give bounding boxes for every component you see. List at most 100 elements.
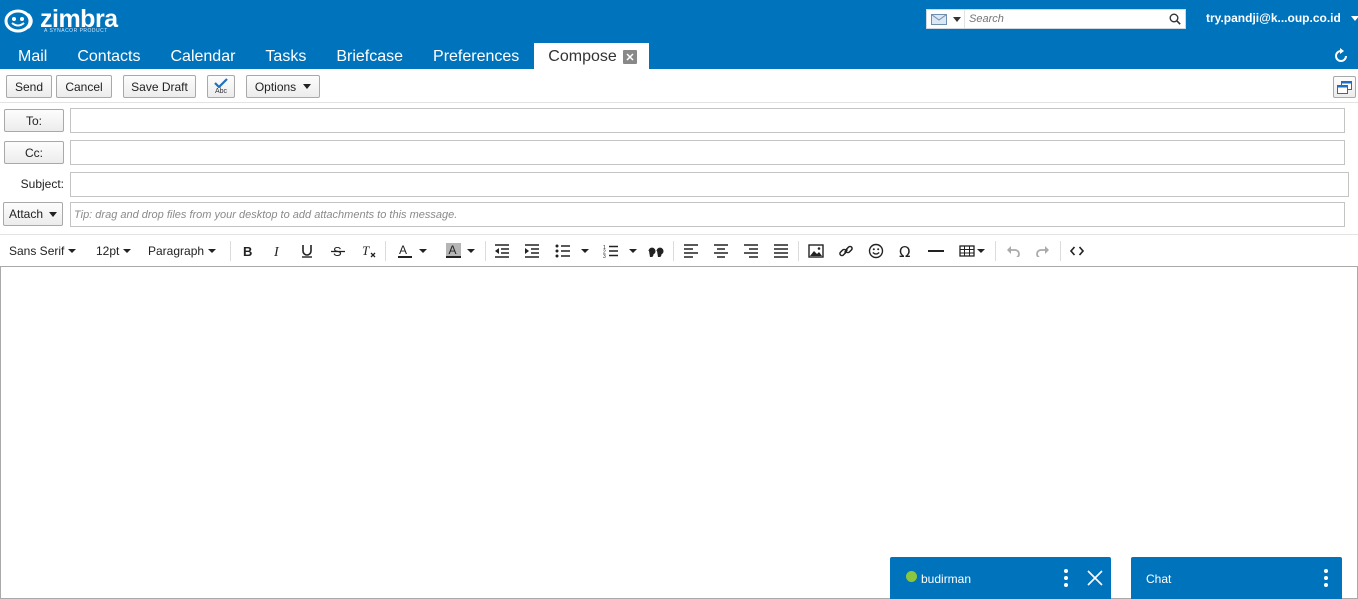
numbered-list-icon: 123 [603, 245, 618, 258]
blockquote-button[interactable] [647, 235, 665, 267]
send-button[interactable]: Send [6, 75, 52, 98]
tab-mail[interactable]: Mail [0, 43, 62, 69]
tab-briefcase[interactable]: Briefcase [321, 43, 418, 69]
clear-formatting-icon: T [362, 244, 376, 258]
compose-toolbar: Send Cancel Save Draft Abc Options [0, 69, 1358, 103]
attach-button[interactable]: Attach [3, 202, 63, 226]
checkmark-icon [214, 78, 228, 88]
chevron-down-icon [68, 249, 77, 253]
redo-button[interactable] [1034, 235, 1052, 267]
more-options-icon[interactable] [1064, 569, 1068, 587]
bold-button[interactable]: B [240, 235, 256, 267]
message-body-editor[interactable] [0, 266, 1358, 599]
block-format-select[interactable]: Paragraph [148, 235, 217, 267]
tab-compose[interactable]: Compose [534, 43, 649, 69]
zimbra-logo-icon [4, 9, 33, 33]
insert-table-button[interactable] [957, 235, 987, 267]
tab-contacts[interactable]: Contacts [62, 43, 155, 69]
align-right-button[interactable] [742, 235, 760, 267]
numbered-list-button[interactable]: 123 [603, 235, 637, 267]
new-window-icon [1337, 80, 1352, 94]
detach-compose-button[interactable] [1333, 76, 1356, 98]
svg-text:B: B [243, 244, 252, 258]
italic-button[interactable]: I [270, 235, 286, 267]
background-color-button[interactable]: A [441, 235, 479, 267]
user-name: try.pandji@k...oup.co.id [1206, 11, 1341, 25]
zimbra-logo[interactable]: zimbra A SYNACOR PRODUCT [4, 6, 118, 36]
chevron-down-icon [208, 249, 217, 253]
horizontal-rule-button[interactable] [927, 235, 945, 267]
bullet-list-icon [555, 244, 570, 258]
undo-button[interactable] [1004, 235, 1022, 267]
font-size-select[interactable]: 12pt [96, 235, 132, 267]
bullet-list-button[interactable] [554, 235, 590, 267]
attachment-drop-zone[interactable]: Tip: drag and drop files from your deskt… [70, 202, 1345, 227]
text-color-icon: A [398, 243, 412, 258]
chat-contact-name: budirman [921, 572, 972, 586]
font-family-select[interactable]: Sans Serif [9, 235, 77, 267]
cc-button[interactable]: Cc: [4, 141, 64, 164]
chevron-down-icon [1350, 15, 1358, 21]
special-character-button[interactable]: Ω [897, 235, 915, 267]
toolbar-divider [673, 241, 674, 261]
insert-link-button[interactable] [837, 235, 855, 267]
close-tab-button[interactable] [622, 50, 637, 64]
code-icon [1070, 246, 1084, 256]
justify-button[interactable] [772, 235, 790, 267]
options-button[interactable]: Options [246, 75, 320, 98]
tab-label: Calendar [170, 48, 236, 65]
close-icon[interactable] [1087, 570, 1103, 586]
strikethrough-icon: S [331, 244, 345, 258]
indent-icon [525, 244, 539, 258]
insert-emoticon-button[interactable] [867, 235, 885, 267]
search-input[interactable] [965, 11, 1165, 27]
align-left-button[interactable] [682, 235, 700, 267]
chevron-down-icon [629, 249, 637, 253]
svg-text:3: 3 [603, 254, 606, 258]
search-type-selector[interactable] [927, 10, 965, 28]
cancel-button[interactable]: Cancel [56, 75, 112, 98]
spellcheck-button[interactable]: Abc [207, 75, 235, 98]
to-button[interactable]: To: [4, 109, 64, 132]
block-format-value: Paragraph [148, 244, 205, 258]
chat-window-budirman[interactable]: budirman [890, 557, 1111, 599]
more-options-icon[interactable] [1324, 569, 1328, 587]
align-center-button[interactable] [712, 235, 730, 267]
user-menu[interactable]: try.pandji@k...oup.co.id [1206, 11, 1358, 25]
to-field[interactable] [70, 108, 1345, 133]
toolbar-divider [995, 241, 996, 261]
editor-toolbar: Sans Serif 12pt Paragraph B I S T A [0, 234, 1358, 266]
svg-text:A: A [449, 243, 457, 257]
text-color-button[interactable]: A [395, 235, 429, 267]
chevron-down-icon [419, 249, 427, 253]
subject-label: Subject: [20, 177, 64, 191]
indent-button[interactable] [523, 235, 541, 267]
underline-button[interactable] [299, 235, 315, 267]
chevron-down-icon [581, 249, 589, 253]
tab-calendar[interactable]: Calendar [155, 43, 250, 69]
chevron-down-icon [977, 249, 985, 253]
tab-tasks[interactable]: Tasks [250, 43, 321, 69]
underline-icon [302, 245, 312, 258]
toolbar-divider [798, 241, 799, 261]
outdent-button[interactable] [493, 235, 511, 267]
brand-name: zimbra [40, 5, 118, 33]
brand-tagline: A SYNACOR PRODUCT [44, 28, 108, 34]
options-label: Options [254, 79, 297, 94]
refresh-icon[interactable] [1332, 47, 1350, 65]
tab-preferences[interactable]: Preferences [418, 43, 534, 69]
insert-image-button[interactable] [807, 235, 825, 267]
redo-icon [1036, 246, 1049, 257]
strikethrough-button[interactable]: S [330, 235, 346, 267]
save-draft-button[interactable]: Save Draft [123, 75, 196, 98]
justify-icon [774, 244, 788, 258]
cc-field[interactable] [70, 140, 1345, 165]
search-button[interactable] [1165, 10, 1185, 28]
clear-formatting-button[interactable]: T [360, 235, 378, 267]
toolbar-divider [385, 241, 386, 261]
subject-field[interactable] [70, 172, 1349, 197]
svg-text:A: A [399, 243, 407, 257]
chat-panel[interactable]: Chat [1131, 557, 1342, 599]
tab-label: Tasks [265, 48, 307, 65]
source-code-button[interactable] [1068, 235, 1086, 267]
